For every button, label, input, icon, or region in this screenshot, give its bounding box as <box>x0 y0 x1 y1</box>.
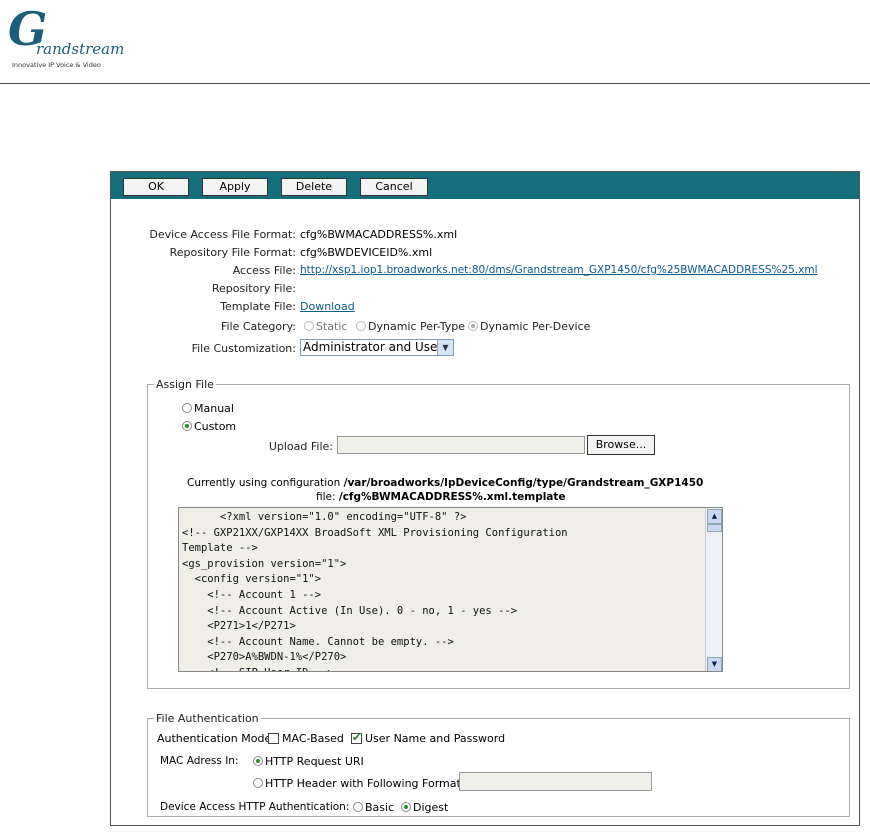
category-static-option[interactable]: Static <box>304 320 347 333</box>
scroll-up-icon[interactable]: ▲ <box>707 509 722 524</box>
current-config-dir: /var/broadworks/IpDeviceConfig/type/Gran… <box>343 477 704 489</box>
template-file-label: Template File: <box>220 300 296 313</box>
category-dynamic-type-option[interactable]: Dynamic Per-Type <box>356 320 465 333</box>
current-config-file-name: /cfg%BWMACADDRESS%.xml.template <box>338 491 566 503</box>
http-request-uri-label: HTTP Request URI <box>265 755 364 768</box>
authentication-mode-label: Authentication Mode: <box>157 732 275 745</box>
device-file-panel: OK Apply Delete Cancel Device Access Fil… <box>110 171 860 826</box>
xml-template-content: <?xml version="1.0" encoding="UTF-8" ?> … <box>182 511 568 671</box>
checkbox-checked-icon <box>351 731 362 744</box>
device-access-format-value: cfg%BWMACADDRESS%.xml <box>300 228 458 241</box>
logo-word: randstream <box>36 40 125 58</box>
chevron-down-icon: ▼ <box>437 340 453 355</box>
category-dynamic-type-label: Dynamic Per-Type <box>368 320 466 333</box>
browse-button[interactable]: Browse... <box>587 435 655 455</box>
category-dynamic-device-option[interactable]: Dynamic Per-Device <box>468 320 590 333</box>
auth-basic-option[interactable]: Basic <box>353 801 394 814</box>
apply-button[interactable]: Apply <box>202 178 268 196</box>
radio-selected-icon <box>182 421 192 431</box>
header-divider <box>0 83 870 84</box>
checkbox-icon <box>268 733 279 744</box>
action-toolbar: OK Apply Delete Cancel <box>111 172 859 199</box>
auth-digest-option[interactable]: Digest <box>401 801 448 814</box>
repository-file-label: Repository File: <box>211 282 296 295</box>
repository-format-value: cfg%BWDEVICEID%.xml <box>300 246 433 259</box>
ok-button[interactable]: OK <box>123 178 189 196</box>
assign-manual-label: Manual <box>194 402 234 415</box>
assign-file-legend: Assign File <box>156 378 214 391</box>
device-access-format-label: Device Access File Format: <box>149 228 296 241</box>
radio-icon <box>356 321 366 331</box>
upload-file-label: Upload File: <box>268 440 333 453</box>
http-header-format-input[interactable] <box>459 772 652 791</box>
current-config-file-prefix: file: <box>316 491 336 503</box>
assign-manual-option[interactable]: Manual <box>182 402 234 415</box>
user-password-label: User Name and Password <box>365 732 506 745</box>
file-authentication-legend: File Authentication <box>156 712 259 725</box>
mac-based-label: MAC-Based <box>282 732 344 745</box>
radio-selected-icon <box>468 321 478 331</box>
http-header-label: HTTP Header with Following Format: <box>265 777 465 790</box>
auth-digest-label: Digest <box>413 801 449 814</box>
mac-address-in-label: MAC Adress In: <box>160 755 239 767</box>
auth-basic-label: Basic <box>365 801 395 814</box>
category-dynamic-device-label: Dynamic Per-Device <box>480 320 591 333</box>
radio-icon <box>253 778 263 788</box>
access-file-link[interactable]: http://xsp1.iop1.broadworks.net:80/dms/G… <box>300 264 818 276</box>
xml-scrollbar[interactable]: ▲ ▼ <box>705 508 722 671</box>
template-download-link[interactable]: Download <box>300 300 355 313</box>
current-config-prefix: Currently using configuration <box>187 477 341 489</box>
file-customization-value: Administrator and User <box>303 340 443 354</box>
file-customization-select[interactable]: Administrator and User ▼ <box>300 339 454 356</box>
mac-based-option[interactable]: MAC-Based <box>268 732 344 745</box>
category-static-label: Static <box>316 320 348 333</box>
file-customization-label: File Customization: <box>191 342 296 355</box>
repository-format-label: Repository File Format: <box>169 246 296 259</box>
access-file-label: Access File: <box>232 264 296 277</box>
radio-icon <box>353 802 363 812</box>
assign-custom-label: Custom <box>194 420 237 433</box>
radio-selected-icon <box>401 802 411 812</box>
http-request-uri-option[interactable]: HTTP Request URI <box>253 755 364 768</box>
scroll-thumb[interactable] <box>707 524 722 532</box>
delete-button[interactable]: Delete <box>281 178 347 196</box>
scroll-down-icon[interactable]: ▼ <box>707 657 722 671</box>
grandstream-logo: G randstream Innovative IP Voice & Video <box>8 6 124 70</box>
logo-tagline: Innovative IP Voice & Video <box>12 61 101 69</box>
device-http-auth-label: Device Access HTTP Authentication: <box>160 801 350 813</box>
file-category-label: File Category: <box>220 320 296 333</box>
current-config-file: file: /cfg%BWMACADDRESS%.xml.template <box>316 491 566 503</box>
current-config-path: Currently using configuration /var/broad… <box>187 477 703 489</box>
xml-template-textarea[interactable]: <?xml version="1.0" encoding="UTF-8" ?> … <box>178 507 723 672</box>
assign-custom-option[interactable]: Custom <box>182 420 236 433</box>
upload-file-input[interactable] <box>337 436 585 454</box>
radio-icon <box>304 321 314 331</box>
user-password-option[interactable]: User Name and Password <box>351 731 506 745</box>
radio-selected-icon <box>253 756 263 766</box>
http-header-option[interactable]: HTTP Header with Following Format: <box>253 777 465 790</box>
radio-icon <box>182 403 192 413</box>
cancel-button[interactable]: Cancel <box>360 178 428 196</box>
